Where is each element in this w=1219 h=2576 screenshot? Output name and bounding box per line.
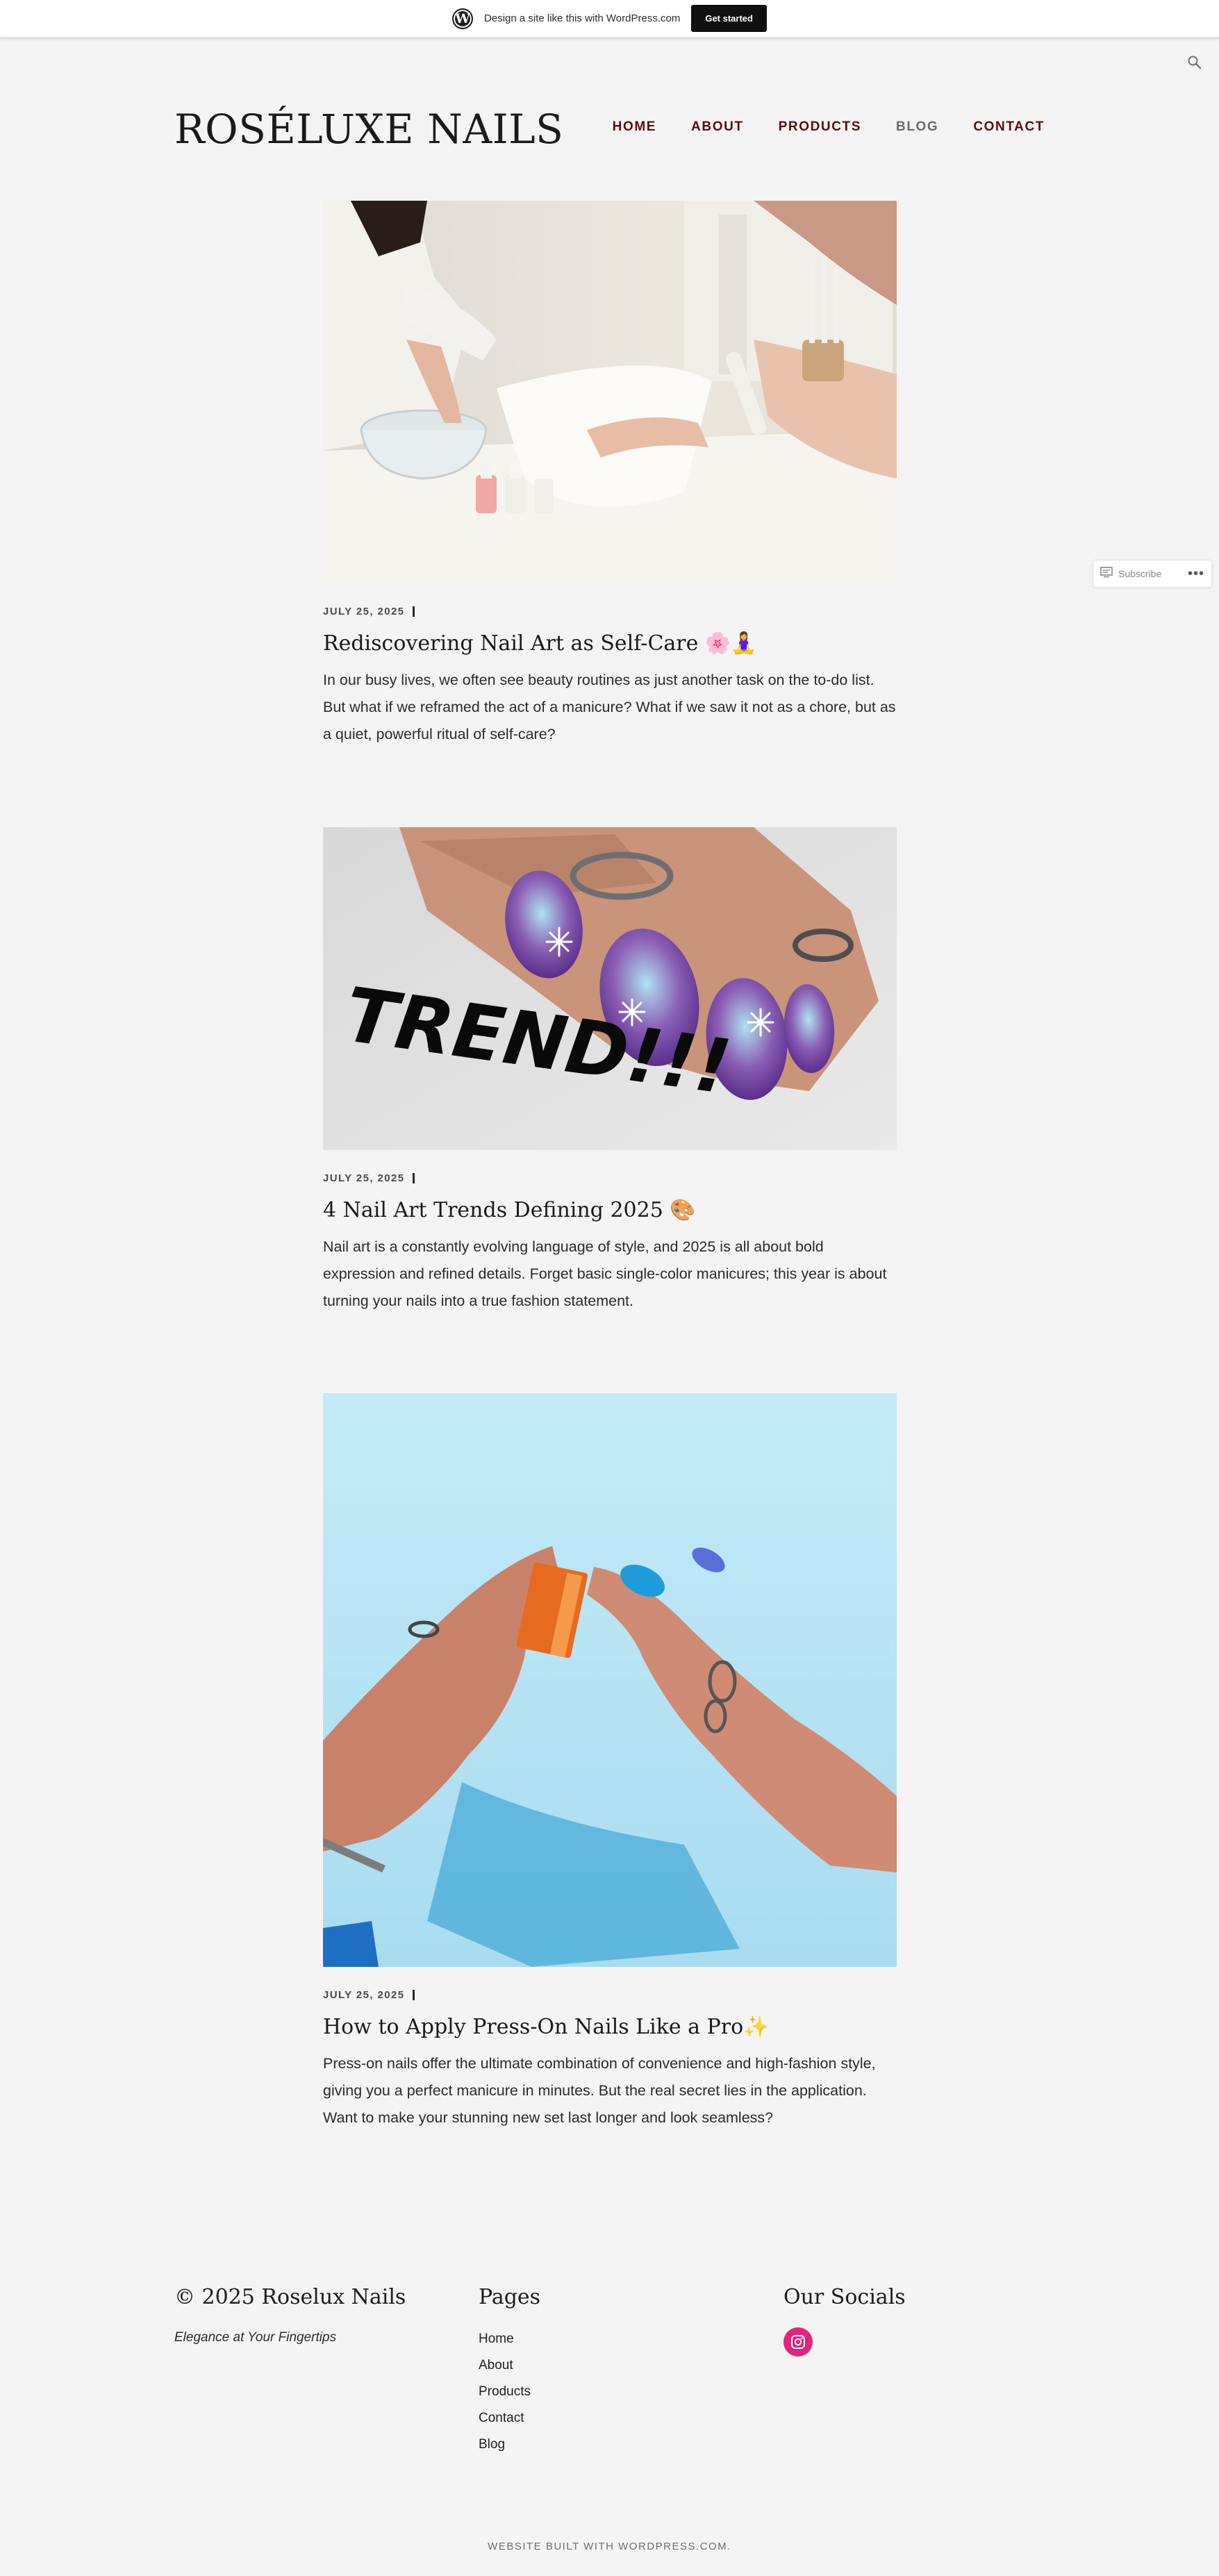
post-excerpt: Press-on nails offer the ultimate combin…	[323, 2055, 876, 2126]
footer-pages-heading: Pages	[479, 2285, 541, 2309]
search-icon[interactable]	[1186, 54, 1203, 71]
post-date[interactable]: JULY 25, 2025	[323, 1989, 404, 2001]
post-card: JULY 25, 2025 Rediscovering Nail Art as …	[323, 201, 897, 748]
meta-separator	[413, 606, 415, 617]
subscribe-label: Subscribe	[1118, 568, 1162, 579]
post-meta: JULY 25, 2025	[323, 1172, 897, 1184]
post-featured-image[interactable]: TREND!!!	[323, 827, 897, 1150]
post-title[interactable]: Rediscovering Nail Art as Self-Care 🌸🧘‍♀…	[323, 631, 897, 656]
wordpress-banner: W Design a site like this with WordPress…	[0, 0, 1219, 39]
site-title[interactable]: ROSÉLUXE NAILS	[174, 106, 563, 153]
main-navigation: HOME ABOUT PRODUCTS BLOG CONTACT	[613, 119, 1045, 135]
post-excerpt: In our busy lives, we often see beauty r…	[323, 672, 896, 742]
footer-tagline: Elegance at Your Fingertips	[174, 2330, 337, 2345]
footer-brand: © 2025 Roselux Nails Elegance at Your Fi…	[174, 2285, 406, 2345]
banner-text: Design a site like this with WordPress.c…	[484, 13, 681, 24]
post-meta: JULY 25, 2025	[323, 1989, 897, 2001]
reader-icon	[1100, 566, 1113, 581]
nav-about[interactable]: ABOUT	[691, 119, 744, 135]
footer-link-about[interactable]: About	[479, 2358, 513, 2373]
footer-link-home[interactable]: Home	[479, 2332, 514, 2346]
nav-blog[interactable]: BLOG	[896, 119, 938, 135]
footer-pages-list: Home About Products Contact Blog	[479, 2326, 540, 2458]
footer-link-products[interactable]: Products	[479, 2384, 531, 2399]
subscribe-button[interactable]: Subscribe	[1100, 566, 1162, 581]
footer-copyright: © 2025 Roselux Nails	[174, 2285, 406, 2309]
post-featured-image[interactable]	[323, 1393, 897, 1967]
subscribe-widget: Subscribe •••	[1093, 560, 1212, 588]
post-meta: JULY 25, 2025	[323, 606, 897, 617]
meta-separator	[413, 1173, 415, 1183]
more-options-icon[interactable]: •••	[1188, 567, 1204, 581]
footer-socials-heading: Our Socials	[783, 2285, 906, 2309]
nav-contact[interactable]: CONTACT	[973, 119, 1045, 135]
post-excerpt: Nail art is a constantly evolving langua…	[323, 1238, 887, 1309]
footer-socials: Our Socials	[783, 2285, 906, 2357]
post-card: JULY 25, 2025 How to Apply Press-On Nail…	[323, 1393, 897, 2132]
nav-products[interactable]: PRODUCTS	[779, 119, 861, 135]
wordpress-logo-icon[interactable]: W	[452, 8, 474, 29]
post-date[interactable]: JULY 25, 2025	[323, 1172, 404, 1184]
instagram-icon[interactable]	[783, 2327, 813, 2357]
post-date[interactable]: JULY 25, 2025	[323, 606, 404, 617]
post-title[interactable]: How to Apply Press-On Nails Like a Pro✨	[323, 2015, 897, 2039]
footer-link-blog[interactable]: Blog	[479, 2437, 505, 2452]
nav-home[interactable]: HOME	[613, 119, 656, 135]
meta-separator	[413, 1990, 415, 2000]
site-credit: WEBSITE BUILT WITH WORDPRESS.COM.	[0, 2541, 1219, 2552]
get-started-button[interactable]: Get started	[691, 5, 767, 32]
post-card: TREND!!! JULY 25, 2025 4 Nail Art Trends…	[323, 827, 897, 1315]
post-title[interactable]: 4 Nail Art Trends Defining 2025 🎨	[323, 1198, 897, 1222]
footer-link-contact[interactable]: Contact	[479, 2411, 524, 2425]
footer-pages: Pages Home About Products Contact Blog	[479, 2285, 540, 2458]
post-featured-image[interactable]	[323, 201, 897, 583]
wordpress-credit-link[interactable]: WEBSITE BUILT WITH WORDPRESS.COM.	[488, 2541, 731, 2552]
